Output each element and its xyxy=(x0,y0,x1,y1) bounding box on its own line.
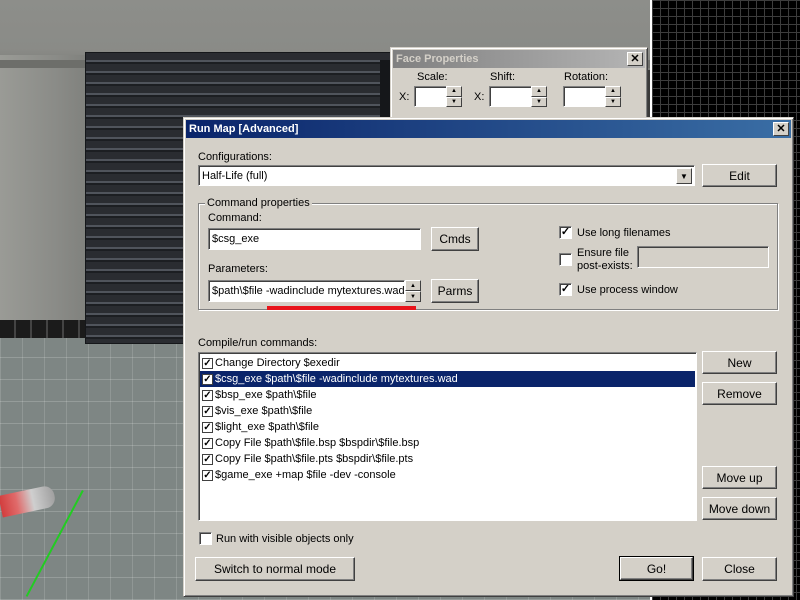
list-item[interactable]: ✓ $vis_exe $path\$file xyxy=(200,403,695,419)
chevron-down-icon[interactable]: ▼ xyxy=(676,168,692,184)
list-item[interactable]: ✓ $light_exe $path\$file xyxy=(200,419,695,435)
face-properties-title: Face Properties xyxy=(396,53,479,65)
compile-commands-list[interactable]: ✓ Change Directory $exedir ✓ $csg_exe $path… xyxy=(198,352,697,521)
use-process-window-label[interactable]: Use process window xyxy=(577,284,678,296)
run-visible-checkbox[interactable] xyxy=(199,532,212,545)
new-button[interactable]: New xyxy=(702,351,777,374)
ensure-file-checkbox[interactable] xyxy=(559,253,572,266)
command-enabled-checkbox[interactable]: ✓ xyxy=(202,421,213,433)
run-map-titlebar[interactable]: Run Map [Advanced] ✕ xyxy=(186,120,791,138)
close-icon[interactable]: ✕ xyxy=(627,52,643,66)
parameters-input[interactable]: $path\$file -wadinclude mytextures.wad xyxy=(208,280,405,302)
configurations-value: Half-Life (full) xyxy=(202,170,268,182)
shift-x-spinner[interactable]: ▲ ▼ xyxy=(531,86,547,107)
post-exists-label[interactable]: post-exists: xyxy=(577,260,633,272)
scale-x-label: X: xyxy=(399,91,410,103)
shift-x-input[interactable] xyxy=(489,86,532,107)
parms-button[interactable]: Parms xyxy=(431,279,479,303)
use-long-filenames-checkbox[interactable]: ✓ xyxy=(559,226,572,239)
switch-mode-button[interactable]: Switch to normal mode xyxy=(195,557,355,581)
command-text: $game_exe +map $file -dev -console xyxy=(215,469,396,481)
face-properties-titlebar[interactable]: Face Properties ✕ xyxy=(393,50,645,68)
command-enabled-checkbox[interactable]: ✓ xyxy=(202,389,213,401)
configurations-combo[interactable]: Half-Life (full) ▼ xyxy=(198,165,695,186)
rotation-input[interactable] xyxy=(563,86,606,107)
list-item[interactable]: ✓ $game_exe +map $file -dev -console xyxy=(200,467,695,483)
shift-x-label: X: xyxy=(474,91,485,103)
command-text: $light_exe $path\$file xyxy=(215,421,319,433)
rotation-label: Rotation: xyxy=(564,71,609,83)
run-visible-label[interactable]: Run with visible objects only xyxy=(216,533,354,545)
command-text: $vis_exe $path\$file xyxy=(215,405,313,417)
scale-label: Scale: xyxy=(417,71,448,83)
command-label: Command: xyxy=(208,212,262,224)
command-text: Change Directory $exedir xyxy=(215,357,340,369)
list-item[interactable]: ✓ $bsp_exe $path\$file xyxy=(200,387,695,403)
close-icon[interactable]: ✕ xyxy=(773,122,789,136)
ensure-file-input xyxy=(637,246,769,268)
command-enabled-checkbox[interactable]: ✓ xyxy=(202,437,213,449)
remove-button[interactable]: Remove xyxy=(702,382,777,405)
parameters-scroll[interactable]: ▲ ▼ xyxy=(405,280,421,302)
compile-run-label: Compile/run commands: xyxy=(198,337,318,349)
highlight-underline xyxy=(267,306,416,310)
configurations-label: Configurations: xyxy=(198,151,272,163)
command-text: $bsp_exe $path\$file xyxy=(215,389,317,401)
ensure-file-label[interactable]: Ensure file xyxy=(577,247,629,259)
command-enabled-checkbox[interactable]: ✓ xyxy=(202,373,213,385)
use-long-filenames-label[interactable]: Use long filenames xyxy=(577,227,671,239)
command-properties-label: Command properties xyxy=(205,197,312,209)
list-item[interactable]: ✓ $csg_exe $path\$file -wadinclude mytext… xyxy=(200,371,695,387)
use-process-window-checkbox[interactable]: ✓ xyxy=(559,283,572,296)
close-button[interactable]: Close xyxy=(702,557,777,581)
command-text: $csg_exe $path\$file -wadinclude mytextu… xyxy=(215,373,458,385)
list-item[interactable]: ✓ Copy File $path\$file.bsp $bspdir\$file… xyxy=(200,435,695,451)
scale-x-input[interactable] xyxy=(414,86,447,107)
command-text: Copy File $path\$file.pts $bspdir\$file.… xyxy=(215,453,414,465)
command-enabled-checkbox[interactable]: ✓ xyxy=(202,469,213,481)
command-enabled-checkbox[interactable]: ✓ xyxy=(202,357,213,369)
move-down-button[interactable]: Move down xyxy=(702,497,777,520)
run-map-title: Run Map [Advanced] xyxy=(189,123,299,135)
command-enabled-checkbox[interactable]: ✓ xyxy=(202,453,213,465)
shift-label: Shift: xyxy=(490,71,516,83)
command-input[interactable]: $csg_exe xyxy=(208,228,421,250)
scale-x-spinner[interactable]: ▲ ▼ xyxy=(446,86,462,107)
parameters-label: Parameters: xyxy=(208,263,268,275)
command-text: Copy File $path\$file.bsp $bspdir\$file.… xyxy=(215,437,420,449)
edit-button[interactable]: Edit xyxy=(702,164,777,187)
go-button[interactable]: Go! xyxy=(619,556,694,581)
list-item[interactable]: ✓ Change Directory $exedir xyxy=(200,355,695,371)
list-item[interactable]: ✓ Copy File $path\$file.pts $bspdir\$file… xyxy=(200,451,695,467)
command-enabled-checkbox[interactable]: ✓ xyxy=(202,405,213,417)
rotation-spinner[interactable]: ▲ ▼ xyxy=(605,86,621,107)
move-up-button[interactable]: Move up xyxy=(702,466,777,489)
wall-texture xyxy=(0,55,95,335)
cmds-button[interactable]: Cmds xyxy=(431,227,479,251)
